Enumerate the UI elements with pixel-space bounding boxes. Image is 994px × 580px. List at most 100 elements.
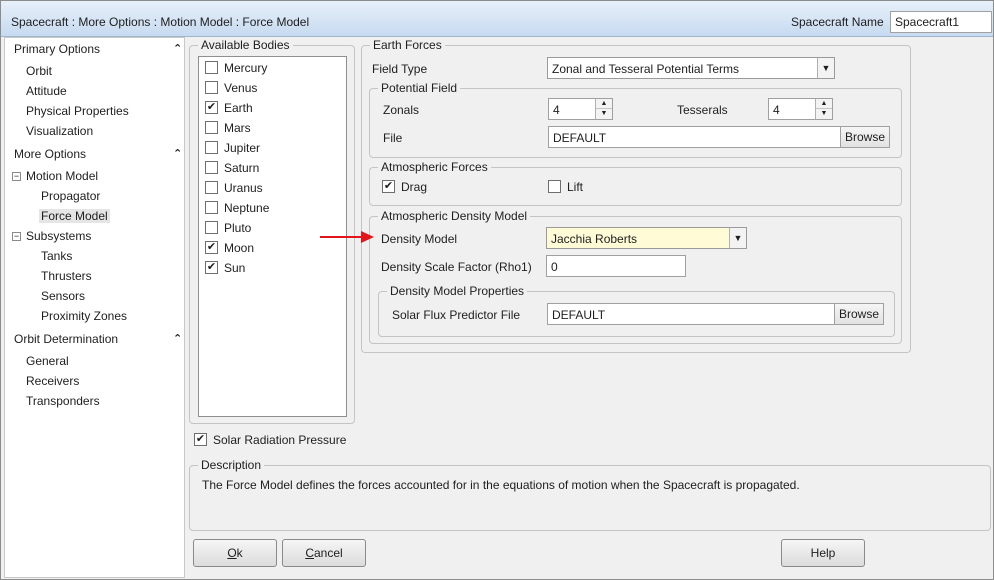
- spacecraft-name-field[interactable]: Spacecraft1: [890, 11, 992, 33]
- lift-checkbox-row[interactable]: Lift: [548, 180, 583, 196]
- nav-item-transponders[interactable]: Transponders: [26, 394, 100, 408]
- nav-item-subsystems[interactable]: Subsystems: [26, 229, 91, 243]
- earth-forces-group: Earth Forces Field Type Zonal and Tesser…: [361, 38, 911, 353]
- file-label: File: [383, 131, 403, 145]
- dropdown-arrow-icon[interactable]: ▼: [817, 58, 834, 78]
- body-item[interactable]: Jupiter: [205, 141, 260, 157]
- section-more-options[interactable]: More Options: [14, 147, 86, 161]
- zonals-stepper[interactable]: 4 ▲ ▼: [548, 98, 613, 120]
- cancel-button[interactable]: Cancel: [282, 539, 366, 567]
- checkbox-icon[interactable]: [205, 221, 218, 235]
- body-item[interactable]: Neptune: [205, 201, 269, 217]
- checkbox-icon[interactable]: [205, 181, 218, 195]
- options-tree: Primary Options ⌃ Orbit Attitude Physica…: [4, 37, 185, 578]
- body-label: Mercury: [224, 61, 268, 75]
- potential-file-browse-button[interactable]: Browse: [840, 126, 890, 148]
- description-title: Description: [198, 458, 265, 472]
- density-model-dropdown[interactable]: Jacchia Roberts ▼: [546, 227, 747, 249]
- srp-checkbox-row[interactable]: ✔ Solar Radiation Pressure: [194, 433, 346, 449]
- body-item[interactable]: ✔ Earth: [205, 101, 253, 117]
- nav-item-tanks[interactable]: Tanks: [41, 249, 72, 263]
- checkbox-icon[interactable]: [205, 161, 218, 175]
- potential-field-group: Potential Field Zonals 4 ▲ ▼ Tesserals 4…: [369, 81, 902, 158]
- nav-item-motion-model[interactable]: Motion Model: [26, 169, 98, 183]
- spin-up-icon[interactable]: ▲: [816, 99, 832, 109]
- atmospheric-density-group: Atmospheric Density Model Density Model …: [369, 209, 902, 344]
- checkbox-icon[interactable]: [205, 141, 218, 155]
- tree-collapse-motion-icon[interactable]: −: [12, 172, 21, 181]
- nav-item-visualization[interactable]: Visualization: [26, 124, 93, 138]
- drag-checkbox[interactable]: ✔: [382, 180, 395, 194]
- density-scale-field[interactable]: 0: [546, 255, 686, 277]
- density-properties-title: Density Model Properties: [387, 284, 528, 298]
- field-type-label: Field Type: [372, 62, 428, 76]
- description-text: The Force Model defines the forces accou…: [202, 478, 800, 492]
- tree-collapse-subsystems-icon[interactable]: −: [12, 232, 21, 241]
- checkbox-icon[interactable]: ✔: [205, 261, 218, 275]
- body-item[interactable]: Mars: [205, 121, 251, 137]
- nav-item-physical-properties[interactable]: Physical Properties: [26, 104, 129, 118]
- nav-item-general[interactable]: General: [26, 354, 69, 368]
- nav-item-sensors[interactable]: Sensors: [41, 289, 85, 303]
- solar-flux-browse-button[interactable]: Browse: [834, 303, 884, 325]
- density-scale-label: Density Scale Factor (Rho1): [381, 260, 532, 274]
- checkbox-icon[interactable]: [205, 201, 218, 215]
- body-label: Earth: [224, 101, 253, 115]
- cancel-mnemonic: C: [305, 546, 314, 560]
- spacecraft-name-label: Spacecraft Name: [791, 15, 884, 29]
- body-label: Jupiter: [224, 141, 261, 155]
- body-item[interactable]: Uranus: [205, 181, 263, 197]
- lift-label: Lift: [567, 180, 584, 194]
- potential-file-field[interactable]: DEFAULT: [548, 126, 841, 148]
- section-primary-options[interactable]: Primary Options: [14, 42, 100, 56]
- field-type-dropdown[interactable]: Zonal and Tesseral Potential Terms ▼: [547, 57, 835, 79]
- srp-checkbox[interactable]: ✔: [194, 433, 207, 447]
- body-label: Saturn: [224, 161, 260, 175]
- nav-item-force-model[interactable]: Force Model: [39, 209, 110, 223]
- checkbox-icon[interactable]: [205, 121, 218, 135]
- body-label: Pluto: [224, 221, 252, 235]
- collapse-more-icon[interactable]: ⌃: [173, 147, 182, 160]
- lift-checkbox[interactable]: [548, 180, 561, 194]
- body-item[interactable]: ✔ Sun: [205, 261, 245, 277]
- tesserals-spin-buttons: ▲ ▼: [815, 99, 832, 119]
- force-model-window: Spacecraft : More Options : Motion Model…: [0, 0, 994, 580]
- nav-item-thrusters[interactable]: Thrusters: [41, 269, 92, 283]
- ok-button[interactable]: Ok: [193, 539, 277, 567]
- checkbox-icon[interactable]: ✔: [205, 101, 218, 115]
- atmospheric-density-title: Atmospheric Density Model: [378, 209, 531, 223]
- spin-down-icon[interactable]: ▼: [596, 109, 612, 119]
- drag-checkbox-row[interactable]: ✔ Drag: [382, 180, 427, 196]
- body-item[interactable]: ✔ Moon: [205, 241, 254, 257]
- collapse-primary-icon[interactable]: ⌃: [173, 42, 182, 55]
- body-label: Neptune: [224, 201, 270, 215]
- collapse-od-icon[interactable]: ⌃: [173, 332, 182, 345]
- nav-item-proximity-zones[interactable]: Proximity Zones: [41, 309, 127, 323]
- nav-item-orbit[interactable]: Orbit: [26, 64, 52, 78]
- tesserals-stepper[interactable]: 4 ▲ ▼: [768, 98, 833, 120]
- checkbox-icon[interactable]: ✔: [205, 241, 218, 255]
- body-item[interactable]: Pluto: [205, 221, 251, 237]
- density-model-value: Jacchia Roberts: [551, 232, 638, 246]
- earth-forces-title: Earth Forces: [370, 38, 445, 52]
- body-item[interactable]: Saturn: [205, 161, 259, 177]
- nav-item-receivers[interactable]: Receivers: [26, 374, 79, 388]
- checkbox-icon[interactable]: [205, 81, 218, 95]
- ok-mnemonic: O: [227, 546, 237, 560]
- nav-item-attitude[interactable]: Attitude: [26, 84, 67, 98]
- body-label: Mars: [224, 121, 251, 135]
- solar-flux-file-field[interactable]: DEFAULT: [547, 303, 835, 325]
- body-item[interactable]: Venus: [205, 81, 257, 97]
- tesserals-value: 4: [773, 103, 780, 117]
- spin-up-icon[interactable]: ▲: [596, 99, 612, 109]
- dropdown-arrow-icon[interactable]: ▼: [729, 228, 746, 248]
- title-bar: Spacecraft : More Options : Motion Model…: [1, 1, 993, 37]
- section-orbit-determination[interactable]: Orbit Determination: [14, 332, 118, 346]
- checkbox-icon[interactable]: [205, 61, 218, 75]
- help-button[interactable]: Help: [781, 539, 865, 567]
- nav-item-propagator[interactable]: Propagator: [41, 189, 100, 203]
- drag-label: Drag: [401, 180, 428, 194]
- body-item[interactable]: Mercury: [205, 61, 267, 77]
- spin-down-icon[interactable]: ▼: [816, 109, 832, 119]
- force-model-panel: Available Bodies Mercury Venus ✔ Earth Ma…: [185, 37, 993, 579]
